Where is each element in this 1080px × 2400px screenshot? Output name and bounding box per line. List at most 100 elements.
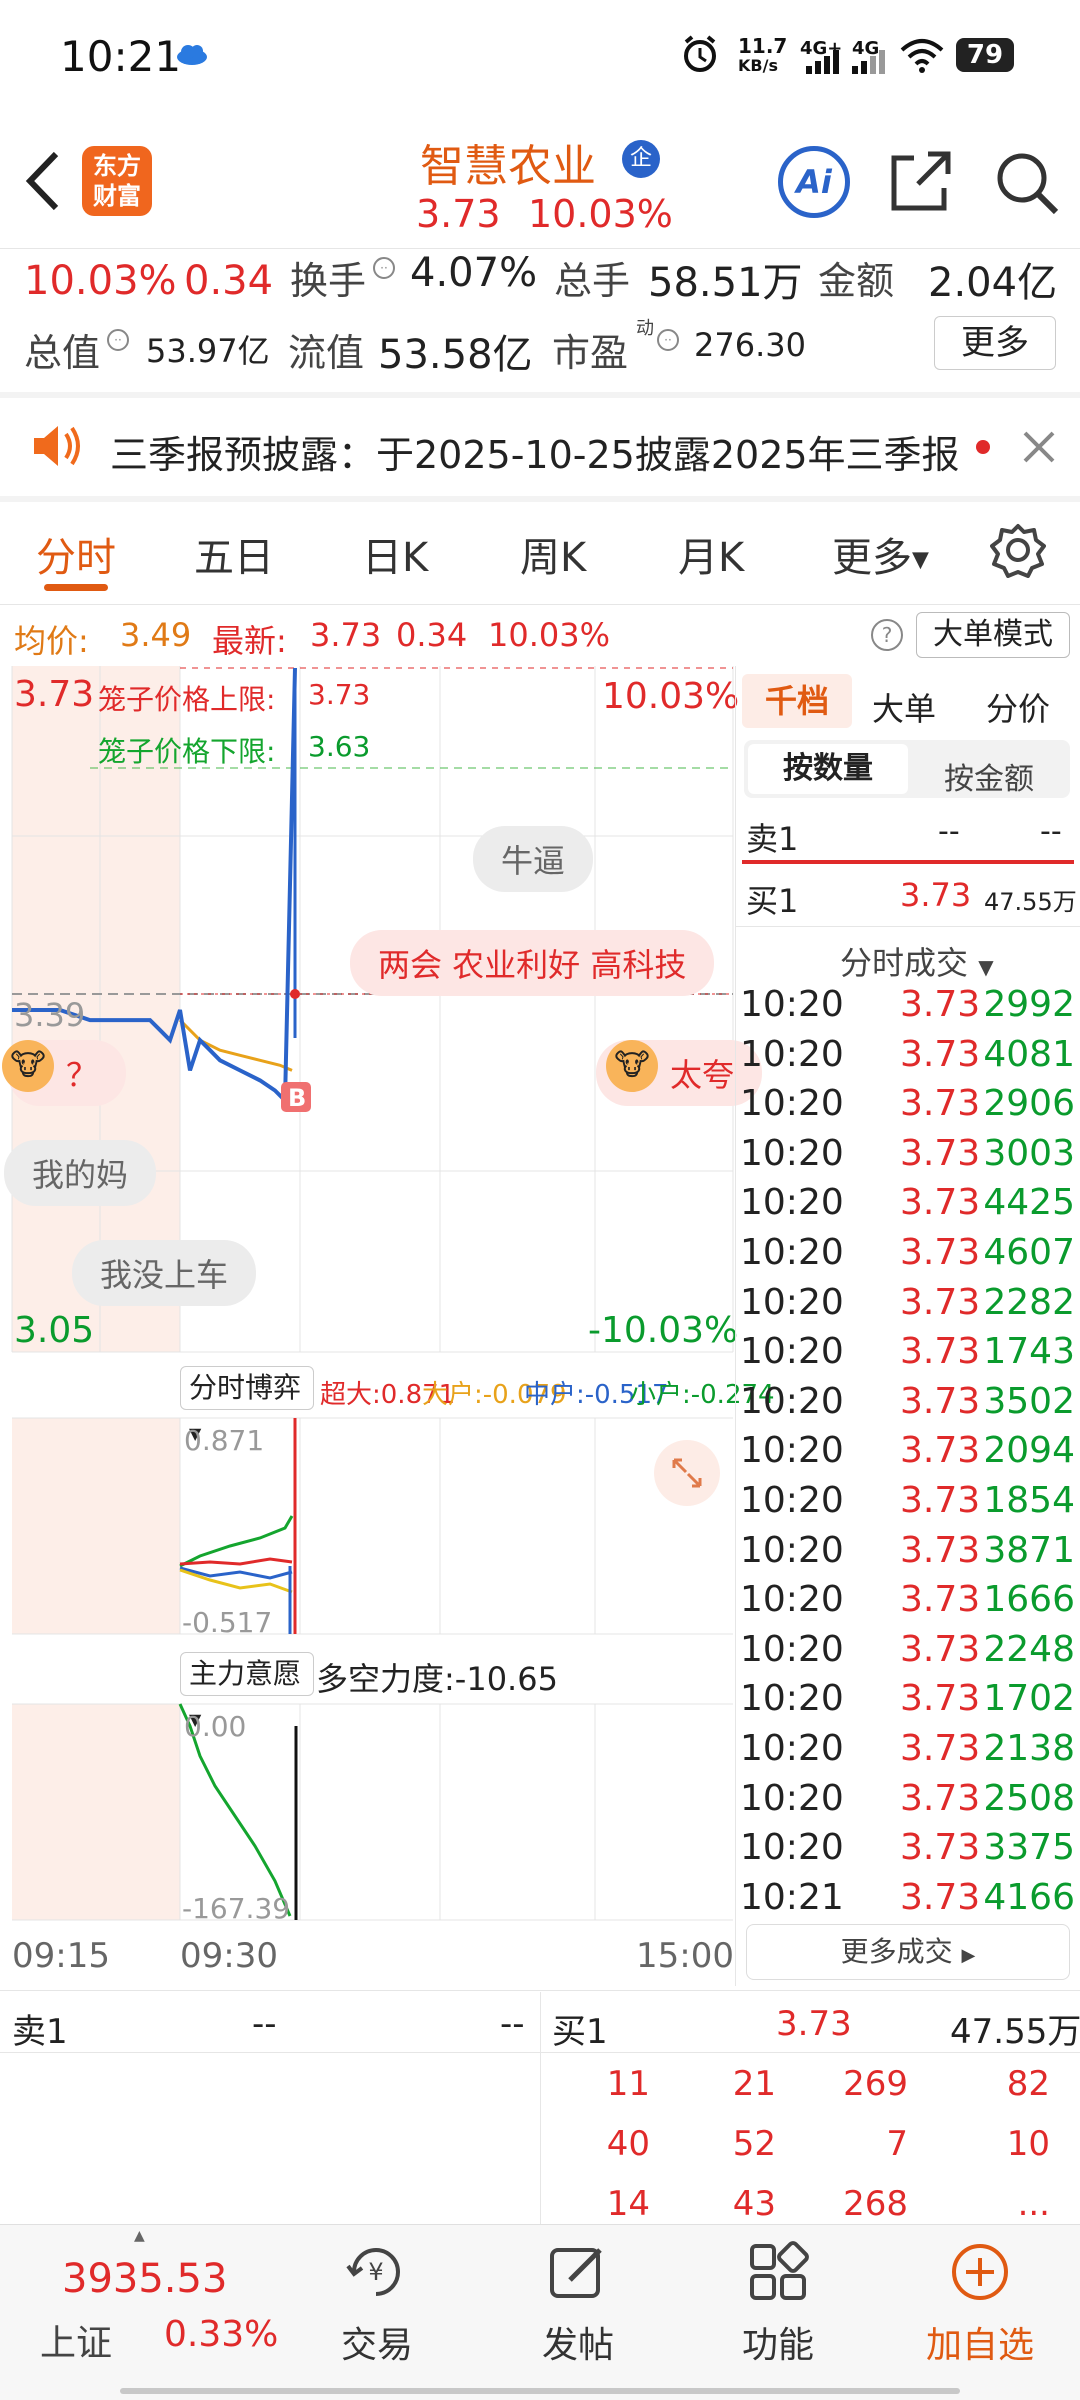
nav-functions[interactable]: 功能 — [698, 2316, 858, 2368]
tab-daily-k[interactable]: 日K — [362, 525, 428, 583]
tick-volume: 3502 — [983, 1380, 1075, 1422]
cap-up-value: 3.73 — [308, 678, 371, 711]
tick-row: 10:20 3.73 2248 — [740, 1629, 1075, 1678]
chart-high-pct: 10.03% — [602, 676, 740, 717]
search-icon[interactable] — [994, 150, 1060, 216]
game-selector[interactable]: 分时博弈▼ — [180, 1366, 314, 1443]
tick-time: 10:20 — [740, 1182, 844, 1224]
intraday-chart[interactable]: 3.73 笼子价格上限: 3.73 笼子价格下限: 3.63 10.03% 3.… — [0, 666, 775, 1986]
tab-indicator — [44, 584, 108, 591]
tick-price: 3.73 — [900, 1331, 981, 1373]
game-axis-bottom: -0.517 — [182, 1606, 273, 1639]
nav-post[interactable]: 发帖 — [498, 2316, 658, 2368]
nav-add-watchlist[interactable]: 加自选 — [900, 2316, 1060, 2368]
add-watchlist-icon[interactable] — [948, 2240, 1012, 2304]
index-name[interactable]: 上证 — [40, 2314, 112, 2366]
pe-label: 市盈 — [552, 331, 629, 375]
tick-row: 10:21 3.73 4166 — [740, 1877, 1075, 1926]
subtab-by-volume[interactable]: 按数量 — [748, 744, 908, 794]
sell1-label: 卖1 — [746, 820, 799, 858]
cap-down-label: 笼子价格下限: — [98, 735, 276, 768]
stock-name: 智慧农业 — [420, 141, 596, 192]
tab-price-dist[interactable]: 分价 — [986, 684, 1050, 730]
book-queue-cell: 52 — [732, 2124, 776, 2164]
index-pct[interactable]: 0.33% — [164, 2314, 278, 2355]
buy-marker[interactable]: B — [288, 1084, 306, 1112]
tick-time: 10:20 — [740, 1033, 844, 1075]
ai-button[interactable]: Ai — [778, 146, 850, 218]
barrage-bubble[interactable]: 我的妈 — [4, 1140, 157, 1206]
float-label: 流值 — [288, 331, 365, 375]
barrage-bubble[interactable]: 两会 农业利好 高科技 — [350, 930, 715, 996]
nav-trade[interactable]: 交易 — [297, 2316, 457, 2368]
tick-price: 3.73 — [900, 1430, 981, 1472]
time-label-morning: 09:30 — [180, 1936, 278, 1976]
functions-icon[interactable] — [746, 2240, 810, 2304]
speaker-icon — [34, 426, 80, 466]
tick-price: 3.73 — [900, 984, 981, 1025]
more-ticks-button[interactable]: 更多成交 ▶ — [746, 1924, 1070, 1980]
tab-weekly-k[interactable]: 周K — [520, 525, 586, 583]
mcap-value: 53.97亿 — [146, 332, 270, 370]
trade-icon[interactable]: ¥ — [344, 2240, 408, 2304]
svg-text:?: ? — [882, 623, 893, 647]
tick-time: 10:20 — [740, 1678, 844, 1720]
tick-row: 10:20 3.73 3871 — [740, 1530, 1075, 1579]
intent-axis-bottom: -167.39 — [182, 1892, 291, 1925]
amount-label: 金额 — [818, 259, 895, 303]
tab-intraday[interactable]: 分时 — [36, 525, 116, 583]
turnover-value: 4.07% — [410, 250, 538, 296]
back-icon[interactable] — [22, 150, 62, 212]
barrage-bubble[interactable]: 牛逼 — [473, 826, 594, 892]
tick-price: 3.73 — [900, 1678, 981, 1720]
tick-row: 10:20 3.73 2094 — [740, 1430, 1075, 1479]
tick-price: 3.73 — [900, 1579, 981, 1621]
last-label: 最新: — [212, 622, 287, 660]
tick-time: 10:20 — [740, 1579, 844, 1621]
volume-label: 总手 — [554, 259, 631, 303]
info-icon[interactable]: ·· — [106, 328, 130, 352]
tick-price: 3.73 — [900, 1728, 981, 1769]
tick-row: 10:20 3.73 3003 — [740, 1133, 1075, 1182]
share-icon[interactable] — [888, 150, 952, 214]
big-order-mode-button[interactable]: 大单模式 — [916, 612, 1070, 658]
buy1-price: 3.73 — [900, 876, 972, 914]
tick-price: 3.73 — [900, 1827, 981, 1869]
avg-value: 3.49 — [120, 616, 192, 654]
mascot-avatar: 🐮 — [606, 1040, 658, 1092]
tick-volume: 2282 — [983, 1281, 1075, 1323]
book-queue-cell: ... — [1017, 2184, 1050, 2224]
expand-button[interactable] — [654, 1440, 720, 1506]
tab-more[interactable]: 更多▼ — [832, 525, 929, 583]
tick-volume: 4425 — [983, 1182, 1075, 1224]
tick-volume: 4166 — [983, 1876, 1075, 1918]
intent-axis-top: 0.00 — [184, 1710, 247, 1743]
close-icon[interactable] — [1022, 430, 1056, 464]
tick-row: 10:20 3.73 1854 — [740, 1480, 1075, 1529]
post-icon[interactable] — [546, 2240, 610, 2304]
notice-text[interactable]: 三季报预披露：于2025-10-25披露2025年三季报 — [110, 424, 960, 479]
index-value[interactable]: 3935.53 — [62, 2256, 227, 2302]
app-logo[interactable]: 东方 财富 — [82, 146, 152, 216]
buy1-volume: 47.55万 — [984, 888, 1077, 916]
big-flow-line — [179, 1557, 293, 1566]
chevron-up-icon[interactable]: ▲ — [134, 2228, 145, 2244]
book-sell-price: -- — [252, 2004, 277, 2044]
barrage-bubble[interactable]: 我没上车 — [72, 1240, 257, 1306]
bottom-nav — [0, 2224, 1080, 2400]
info-icon[interactable]: ·· — [656, 328, 680, 352]
tick-volume: 3003 — [983, 1132, 1075, 1174]
tab-big-orders[interactable]: 大单 — [872, 684, 936, 730]
tick-volume: 1743 — [983, 1331, 1075, 1373]
more-quote-button[interactable]: 更多 — [934, 316, 1056, 370]
tab-five-day[interactable]: 五日 — [194, 525, 274, 583]
ticks-title[interactable]: 分时成交 ▼ — [840, 938, 994, 984]
settings-icon[interactable] — [990, 522, 1046, 578]
intent-selector[interactable]: 主力意愿▼ — [180, 1652, 314, 1729]
help-icon[interactable]: ? — [870, 618, 904, 652]
tab-monthly-k[interactable]: 月K — [678, 525, 744, 583]
tab-thousand-depth[interactable]: 千档 — [742, 674, 852, 728]
info-icon[interactable]: ·· — [372, 256, 396, 280]
subtab-by-amount[interactable]: 按金额 — [944, 754, 1034, 798]
tick-time: 10:20 — [740, 1628, 844, 1670]
